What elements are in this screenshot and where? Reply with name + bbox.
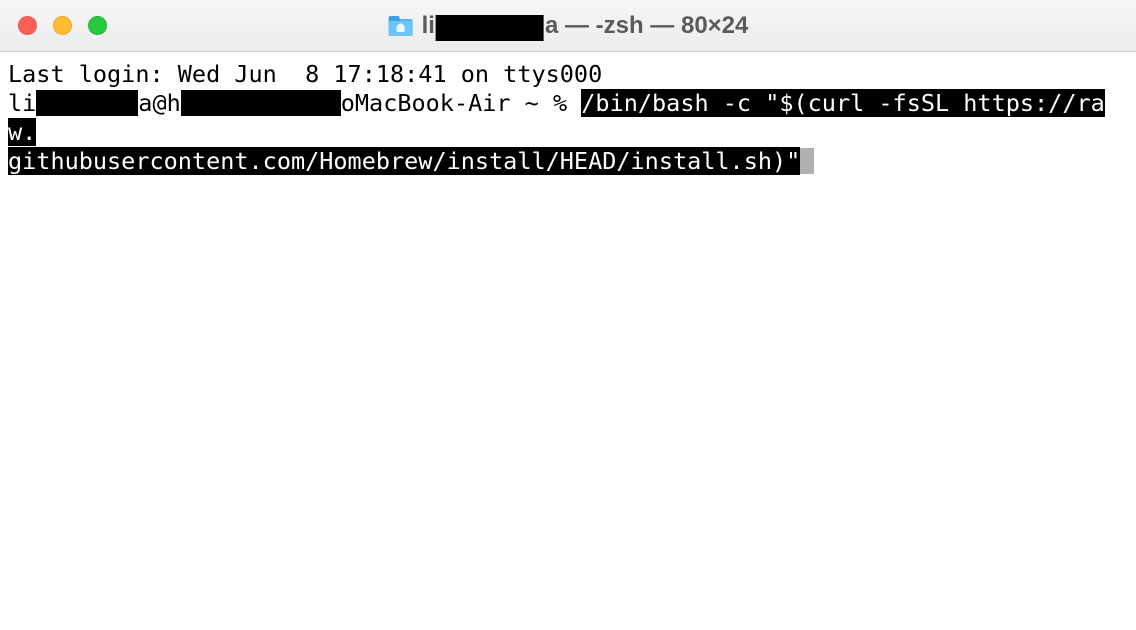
selected-command-part2: githubusercontent.com/Homebrew/install/H… [8,147,800,175]
zoom-button[interactable] [88,16,107,35]
traffic-lights [0,16,107,35]
window-title: li a — -zsh — 80×24 [388,12,749,40]
prompt-suffix: oMacBook-Air ~ % [341,89,582,117]
prompt-user-prefix: li [8,89,36,117]
prompt-line: lia@hoMacBook-Air ~ % /bin/bash -c "$(cu… [8,89,1128,147]
terminal-window: li a — -zsh — 80×24 Last login: Wed Jun 8… [0,0,1136,630]
prompt-user-mid: a@h [138,89,180,117]
close-button[interactable] [18,16,37,35]
minimize-button[interactable] [53,16,72,35]
title-suffix: a — -zsh — 80×24 [545,12,748,39]
redacted-user [36,90,138,116]
last-login-line: Last login: Wed Jun 8 17:18:41 on ttys00… [8,60,1128,89]
title-prefix: li [422,12,435,39]
redacted-title [436,15,544,41]
terminal-content[interactable]: Last login: Wed Jun 8 17:18:41 on ttys00… [0,52,1136,630]
cursor [800,148,814,174]
folder-icon [388,15,414,37]
redacted-host [181,90,341,116]
titlebar[interactable]: li a — -zsh — 80×24 [0,0,1136,52]
command-line-2-row: githubusercontent.com/Homebrew/install/H… [8,147,1128,176]
